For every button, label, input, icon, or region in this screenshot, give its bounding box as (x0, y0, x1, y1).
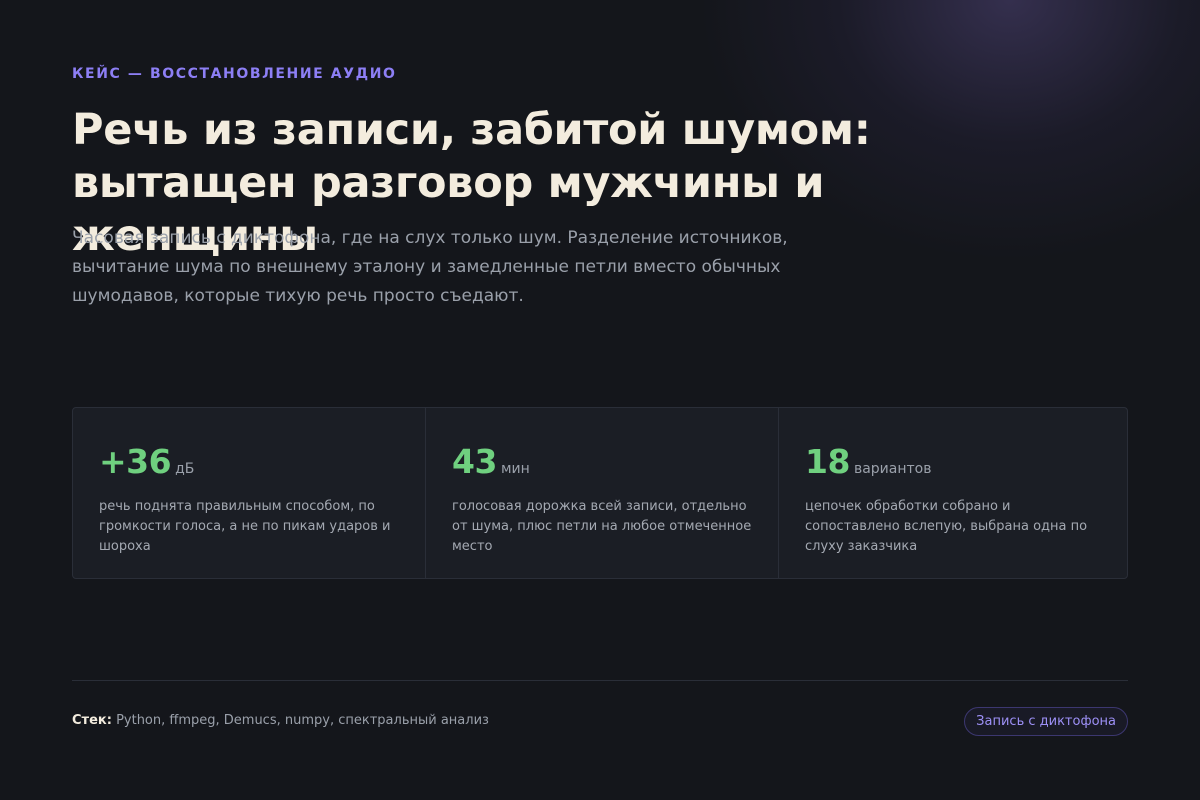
stats-panel: +36 дБ речь поднята правильным способом,… (72, 407, 1128, 579)
tech-stack: Стек: Python, ffmpeg, Demucs, numpy, спе… (72, 713, 489, 728)
stat-card-variants: 18 вариантов цепочек обработки собрано и… (779, 408, 1127, 578)
stat-unit: вариантов (853, 461, 932, 477)
stat-description: речь поднята правильным способом, по гро… (99, 499, 391, 554)
stat-value: 18 (805, 442, 850, 481)
tech-stack-label: Стек: (72, 713, 112, 728)
category-tag[interactable]: Запись с диктофона (964, 707, 1128, 736)
stat-head: 18 вариантов (805, 442, 1105, 482)
stat-description: голосовая дорожка всей записи, отдельно … (452, 499, 752, 554)
lead-paragraph: Часовая запись с диктофона, где на слух … (72, 228, 788, 306)
eyebrow-label: КЕЙС — ВОССТАНОВЛЕНИЕ АУДИО (72, 66, 397, 82)
stat-value: +36 (99, 442, 172, 481)
stat-head: +36 дБ (99, 442, 399, 482)
case-study-page: КЕЙС — ВОССТАНОВЛЕНИЕ АУДИО Речь из запи… (0, 0, 1200, 800)
page-title-line-1: Речь из записи, забитой шумом: (72, 105, 871, 155)
stat-unit: дБ (175, 461, 195, 477)
stat-unit: мин (500, 461, 530, 477)
tech-stack-items: Python, ffmpeg, Demucs, numpy, спектраль… (116, 713, 489, 728)
footer-divider (72, 680, 1128, 681)
stat-head: 43 мин (452, 442, 752, 482)
stat-value: 43 (452, 442, 497, 481)
stat-description: цепочек обработки собрано и сопоставлено… (805, 499, 1088, 554)
stat-card-duration: 43 мин голосовая дорожка всей записи, от… (426, 408, 779, 578)
stat-card-gain: +36 дБ речь поднята правильным способом,… (73, 408, 426, 578)
